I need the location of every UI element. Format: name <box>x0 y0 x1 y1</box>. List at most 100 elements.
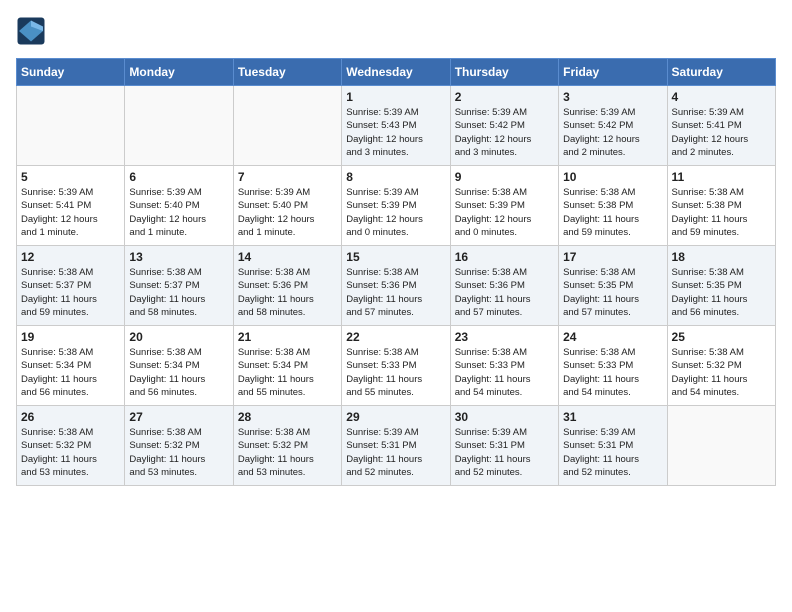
calendar-cell: 19 Sunrise: 5:38 AM Sunset: 5:34 PM Dayli… <box>17 326 125 406</box>
calendar-cell: 18 Sunrise: 5:38 AM Sunset: 5:35 PM Dayli… <box>667 246 775 326</box>
day-info: Sunrise: 5:38 AM Sunset: 5:38 PM Dayligh… <box>672 186 771 239</box>
day-info: Sunrise: 5:38 AM Sunset: 5:35 PM Dayligh… <box>672 266 771 319</box>
weekday-header: Friday <box>559 59 667 86</box>
calendar-cell: 8 Sunrise: 5:39 AM Sunset: 5:39 PM Daylig… <box>342 166 450 246</box>
calendar-cell: 14Sunrise: 5:38 AM Sunset: 5:36 PM Dayli… <box>233 246 341 326</box>
calendar-cell: 11 Sunrise: 5:38 AM Sunset: 5:38 PM Dayli… <box>667 166 775 246</box>
day-number: 2 <box>455 90 554 104</box>
calendar-cell: 30Sunrise: 5:39 AM Sunset: 5:31 PM Dayli… <box>450 406 558 486</box>
day-number: 1 <box>346 90 445 104</box>
calendar-header: SundayMondayTuesdayWednesdayThursdayFrid… <box>17 59 776 86</box>
day-info: Sunrise: 5:38 AM Sunset: 5:33 PM Dayligh… <box>563 346 662 399</box>
calendar-cell: 22Sunrise: 5:38 AM Sunset: 5:33 PM Dayli… <box>342 326 450 406</box>
calendar-week-row: 26 Sunrise: 5:38 AM Sunset: 5:32 PM Dayli… <box>17 406 776 486</box>
calendar-cell: 9Sunrise: 5:38 AM Sunset: 5:39 PM Daylig… <box>450 166 558 246</box>
day-number: 23 <box>455 330 554 344</box>
calendar-week-row: 12 Sunrise: 5:38 AM Sunset: 5:37 PM Dayli… <box>17 246 776 326</box>
calendar-cell: 10Sunrise: 5:38 AM Sunset: 5:38 PM Dayli… <box>559 166 667 246</box>
calendar-table: SundayMondayTuesdayWednesdayThursdayFrid… <box>16 58 776 486</box>
weekday-header: Tuesday <box>233 59 341 86</box>
day-info: Sunrise: 5:38 AM Sunset: 5:36 PM Dayligh… <box>346 266 445 319</box>
day-info: Sunrise: 5:39 AM Sunset: 5:40 PM Dayligh… <box>129 186 228 239</box>
calendar-cell: 1 Sunrise: 5:39 AM Sunset: 5:43 PM Daylig… <box>342 86 450 166</box>
day-info: Sunrise: 5:38 AM Sunset: 5:34 PM Dayligh… <box>238 346 337 399</box>
day-info: Sunrise: 5:39 AM Sunset: 5:42 PM Dayligh… <box>563 106 662 159</box>
calendar-cell: 3 Sunrise: 5:39 AM Sunset: 5:42 PM Daylig… <box>559 86 667 166</box>
day-number: 8 <box>346 170 445 184</box>
logo-icon <box>16 16 46 46</box>
day-info: Sunrise: 5:38 AM Sunset: 5:39 PM Dayligh… <box>455 186 554 239</box>
day-number: 5 <box>21 170 120 184</box>
calendar-body: 1 Sunrise: 5:39 AM Sunset: 5:43 PM Daylig… <box>17 86 776 486</box>
day-info: Sunrise: 5:39 AM Sunset: 5:42 PM Dayligh… <box>455 106 554 159</box>
calendar-cell <box>233 86 341 166</box>
calendar-cell: 13 Sunrise: 5:38 AM Sunset: 5:37 PM Dayli… <box>125 246 233 326</box>
day-number: 17 <box>563 250 662 264</box>
day-number: 3 <box>563 90 662 104</box>
calendar-cell: 20 Sunrise: 5:38 AM Sunset: 5:34 PM Dayli… <box>125 326 233 406</box>
page-header <box>16 16 776 46</box>
day-number: 25 <box>672 330 771 344</box>
day-info: Sunrise: 5:39 AM Sunset: 5:39 PM Dayligh… <box>346 186 445 239</box>
calendar-cell: 4 Sunrise: 5:39 AM Sunset: 5:41 PM Daylig… <box>667 86 775 166</box>
calendar-cell: 6 Sunrise: 5:39 AM Sunset: 5:40 PM Daylig… <box>125 166 233 246</box>
day-info: Sunrise: 5:38 AM Sunset: 5:35 PM Dayligh… <box>563 266 662 319</box>
day-number: 31 <box>563 410 662 424</box>
day-number: 13 <box>129 250 228 264</box>
day-info: Sunrise: 5:38 AM Sunset: 5:36 PM Dayligh… <box>455 266 554 319</box>
calendar-week-row: 5 Sunrise: 5:39 AM Sunset: 5:41 PM Daylig… <box>17 166 776 246</box>
calendar-week-row: 1 Sunrise: 5:39 AM Sunset: 5:43 PM Daylig… <box>17 86 776 166</box>
day-info: Sunrise: 5:39 AM Sunset: 5:40 PM Dayligh… <box>238 186 337 239</box>
day-info: Sunrise: 5:38 AM Sunset: 5:33 PM Dayligh… <box>346 346 445 399</box>
day-info: Sunrise: 5:38 AM Sunset: 5:38 PM Dayligh… <box>563 186 662 239</box>
logo <box>16 16 50 46</box>
weekday-header: Sunday <box>17 59 125 86</box>
day-number: 19 <box>21 330 120 344</box>
day-info: Sunrise: 5:38 AM Sunset: 5:34 PM Dayligh… <box>21 346 120 399</box>
day-info: Sunrise: 5:39 AM Sunset: 5:41 PM Dayligh… <box>672 106 771 159</box>
day-info: Sunrise: 5:38 AM Sunset: 5:32 PM Dayligh… <box>129 426 228 479</box>
day-info: Sunrise: 5:38 AM Sunset: 5:32 PM Dayligh… <box>21 426 120 479</box>
calendar-cell: 24 Sunrise: 5:38 AM Sunset: 5:33 PM Dayli… <box>559 326 667 406</box>
day-number: 26 <box>21 410 120 424</box>
calendar-cell: 16Sunrise: 5:38 AM Sunset: 5:36 PM Dayli… <box>450 246 558 326</box>
weekday-header: Wednesday <box>342 59 450 86</box>
day-info: Sunrise: 5:38 AM Sunset: 5:32 PM Dayligh… <box>672 346 771 399</box>
day-number: 24 <box>563 330 662 344</box>
day-info: Sunrise: 5:38 AM Sunset: 5:32 PM Dayligh… <box>238 426 337 479</box>
day-info: Sunrise: 5:39 AM Sunset: 5:31 PM Dayligh… <box>455 426 554 479</box>
calendar-cell: 7 Sunrise: 5:39 AM Sunset: 5:40 PM Daylig… <box>233 166 341 246</box>
header-row: SundayMondayTuesdayWednesdayThursdayFrid… <box>17 59 776 86</box>
day-number: 6 <box>129 170 228 184</box>
day-info: Sunrise: 5:38 AM Sunset: 5:36 PM Dayligh… <box>238 266 337 319</box>
calendar-cell: 31 Sunrise: 5:39 AM Sunset: 5:31 PM Dayli… <box>559 406 667 486</box>
weekday-header: Saturday <box>667 59 775 86</box>
day-number: 18 <box>672 250 771 264</box>
weekday-header: Monday <box>125 59 233 86</box>
day-number: 11 <box>672 170 771 184</box>
calendar-cell: 23 Sunrise: 5:38 AM Sunset: 5:33 PM Dayli… <box>450 326 558 406</box>
calendar-cell <box>667 406 775 486</box>
calendar-cell <box>17 86 125 166</box>
day-number: 12 <box>21 250 120 264</box>
day-number: 20 <box>129 330 228 344</box>
weekday-header: Thursday <box>450 59 558 86</box>
calendar-cell: 21Sunrise: 5:38 AM Sunset: 5:34 PM Dayli… <box>233 326 341 406</box>
calendar-cell: 25 Sunrise: 5:38 AM Sunset: 5:32 PM Dayli… <box>667 326 775 406</box>
calendar-cell: 12 Sunrise: 5:38 AM Sunset: 5:37 PM Dayli… <box>17 246 125 326</box>
calendar-cell: 28 Sunrise: 5:38 AM Sunset: 5:32 PM Dayli… <box>233 406 341 486</box>
day-number: 15 <box>346 250 445 264</box>
day-info: Sunrise: 5:39 AM Sunset: 5:41 PM Dayligh… <box>21 186 120 239</box>
day-info: Sunrise: 5:39 AM Sunset: 5:31 PM Dayligh… <box>563 426 662 479</box>
calendar-cell: 15 Sunrise: 5:38 AM Sunset: 5:36 PM Dayli… <box>342 246 450 326</box>
calendar-cell: 26 Sunrise: 5:38 AM Sunset: 5:32 PM Dayli… <box>17 406 125 486</box>
day-info: Sunrise: 5:38 AM Sunset: 5:37 PM Dayligh… <box>21 266 120 319</box>
day-info: Sunrise: 5:38 AM Sunset: 5:37 PM Dayligh… <box>129 266 228 319</box>
day-info: Sunrise: 5:39 AM Sunset: 5:43 PM Dayligh… <box>346 106 445 159</box>
calendar-week-row: 19 Sunrise: 5:38 AM Sunset: 5:34 PM Dayli… <box>17 326 776 406</box>
day-info: Sunrise: 5:38 AM Sunset: 5:33 PM Dayligh… <box>455 346 554 399</box>
day-number: 28 <box>238 410 337 424</box>
day-info: Sunrise: 5:38 AM Sunset: 5:34 PM Dayligh… <box>129 346 228 399</box>
day-number: 4 <box>672 90 771 104</box>
day-number: 7 <box>238 170 337 184</box>
